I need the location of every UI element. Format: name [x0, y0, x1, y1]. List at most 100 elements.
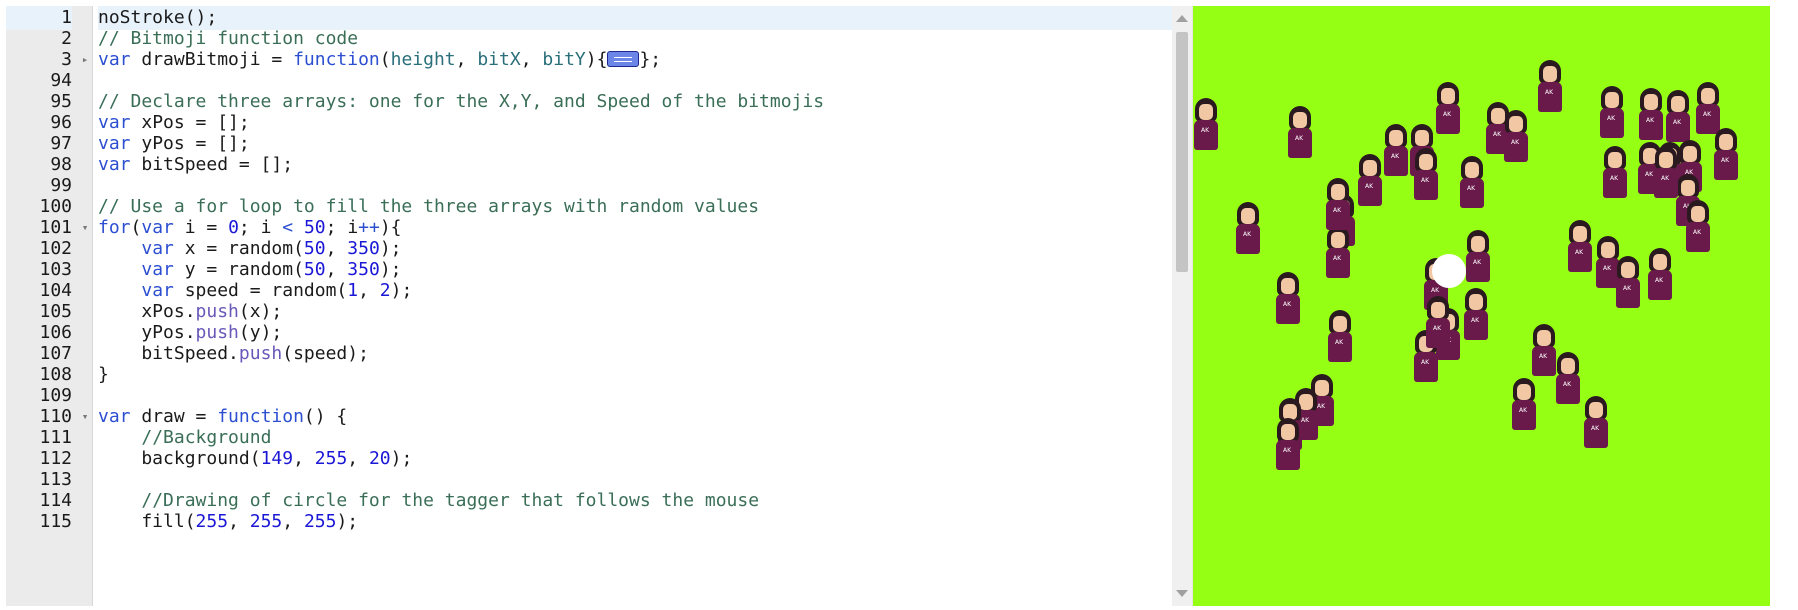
code-token: push	[195, 301, 239, 322]
bitmoji-sprite	[1651, 146, 1681, 202]
bitmoji-face	[1681, 180, 1695, 196]
bitmoji-body	[1512, 400, 1536, 430]
code-token: yPos.	[98, 322, 196, 343]
code-token: var	[141, 280, 174, 301]
code-token: var	[98, 154, 131, 175]
code-token: ,	[358, 280, 380, 301]
code-token: draw =	[130, 406, 218, 427]
code-token: for	[98, 217, 131, 238]
bitmoji-face	[1415, 130, 1429, 146]
code-text[interactable]: fill(255, 255, 255);	[98, 510, 1172, 534]
bitmoji-body	[1288, 128, 1312, 158]
output-canvas[interactable]	[1193, 6, 1770, 606]
bitmoji-body	[1276, 294, 1300, 324]
bitmoji-sprite	[1597, 86, 1627, 142]
bitmoji-body	[1464, 310, 1488, 340]
code-token: (	[379, 49, 391, 70]
code-token: 350	[347, 259, 380, 280]
code-line[interactable]: 115 fill(255, 255, 255);	[6, 510, 1172, 534]
code-token: 20	[368, 448, 391, 469]
code-token: push	[238, 343, 283, 364]
code-token: }	[98, 364, 109, 385]
code-token: );	[379, 238, 402, 259]
bitmoji-sprite	[1683, 200, 1713, 256]
code-token: (y);	[238, 322, 283, 343]
bitmoji-sprite	[1711, 128, 1741, 184]
bitmoji-sprite	[1461, 288, 1491, 344]
code-token: ,	[455, 49, 478, 70]
bitmoji-sprite	[1193, 98, 1221, 154]
code-token: ,	[293, 448, 315, 469]
code-token: 50	[303, 238, 326, 259]
bitmoji-body	[1639, 110, 1663, 140]
code-token: //Drawing of circle for the tagger that …	[141, 490, 760, 511]
code-token: 350	[347, 238, 380, 259]
code-token: bitY	[542, 49, 586, 70]
bitmoji-body	[1460, 178, 1484, 208]
code-token: );	[390, 280, 413, 301]
scroll-down-arrow-icon[interactable]	[1176, 590, 1188, 597]
code-token: ; i	[325, 217, 359, 238]
code-token: function	[293, 49, 380, 70]
bitmoji-sprite	[1457, 156, 1487, 212]
bitmoji-face	[1293, 112, 1307, 128]
code-token: speed = random(	[173, 280, 348, 301]
bitmoji-body	[1358, 176, 1382, 206]
bitmoji-sprite	[1423, 296, 1453, 352]
code-token: ){	[379, 217, 402, 238]
code-token: y = random(	[173, 259, 304, 280]
code-token: height	[390, 49, 456, 70]
code-token: // Use a for loop to fill the three arra…	[98, 196, 760, 217]
code-token: fill(	[98, 511, 196, 532]
bitmoji-body	[1666, 112, 1690, 142]
bitmoji-sprite	[1636, 88, 1666, 144]
tagger-circle	[1432, 254, 1466, 288]
bitmoji-sprite	[1233, 202, 1263, 258]
code-token: 255	[314, 448, 348, 469]
bitmoji-face	[1719, 134, 1733, 150]
bitmoji-sprite	[1463, 230, 1493, 286]
scroll-thumb[interactable]	[1176, 32, 1188, 272]
code-token: push	[195, 322, 239, 343]
code-token: ,	[347, 448, 369, 469]
bitmoji-body	[1600, 108, 1624, 138]
code-token: noStroke();	[98, 7, 218, 28]
page-scroll-area	[1772, 6, 1792, 606]
bitmoji-face	[1199, 104, 1213, 120]
bitmoji-face	[1471, 236, 1485, 252]
fold-marker-icon[interactable]	[607, 51, 640, 67]
bitmoji-body	[1686, 222, 1710, 252]
code-token: (	[130, 217, 142, 238]
bitmoji-body	[1466, 252, 1490, 282]
editor-vertical-scrollbar[interactable]	[1172, 6, 1192, 606]
bitmoji-face	[1333, 316, 1347, 332]
scroll-up-arrow-icon[interactable]	[1176, 15, 1188, 22]
bitmoji-face	[1659, 152, 1673, 168]
code-token: 1	[347, 280, 359, 301]
code-token: (speed);	[282, 343, 369, 364]
bitmoji-sprite	[1553, 352, 1583, 408]
bitmoji-sprite	[1600, 146, 1630, 202]
code-token: bitSpeed = [];	[130, 154, 294, 175]
code-editor[interactable]: 1 noStroke(); 2// Bitmoji function code 3 ▸ v…	[6, 6, 1193, 606]
bitmoji-sprite	[1613, 256, 1643, 312]
code-token: ++	[358, 217, 380, 238]
bitmoji-body	[1538, 82, 1562, 112]
code-token: () {	[303, 406, 348, 427]
code-token: 0	[228, 217, 239, 238]
bitmoji-face	[1543, 66, 1557, 82]
code-token: // Declare three arrays: one for the X,Y…	[98, 91, 825, 112]
bitmoji-sprite	[1581, 396, 1611, 452]
code-token: i =	[173, 217, 229, 238]
code-token: var	[141, 238, 174, 259]
line-number: 115	[39, 511, 72, 532]
bitmoji-sprite	[1663, 90, 1693, 146]
app-window: 1 noStroke(); 2// Bitmoji function code 3 ▸ v…	[0, 0, 1798, 610]
bitmoji-face	[1537, 330, 1551, 346]
bitmoji-face	[1653, 254, 1667, 270]
bitmoji-sprite	[1501, 110, 1531, 166]
code-token: yPos = [];	[130, 133, 250, 154]
